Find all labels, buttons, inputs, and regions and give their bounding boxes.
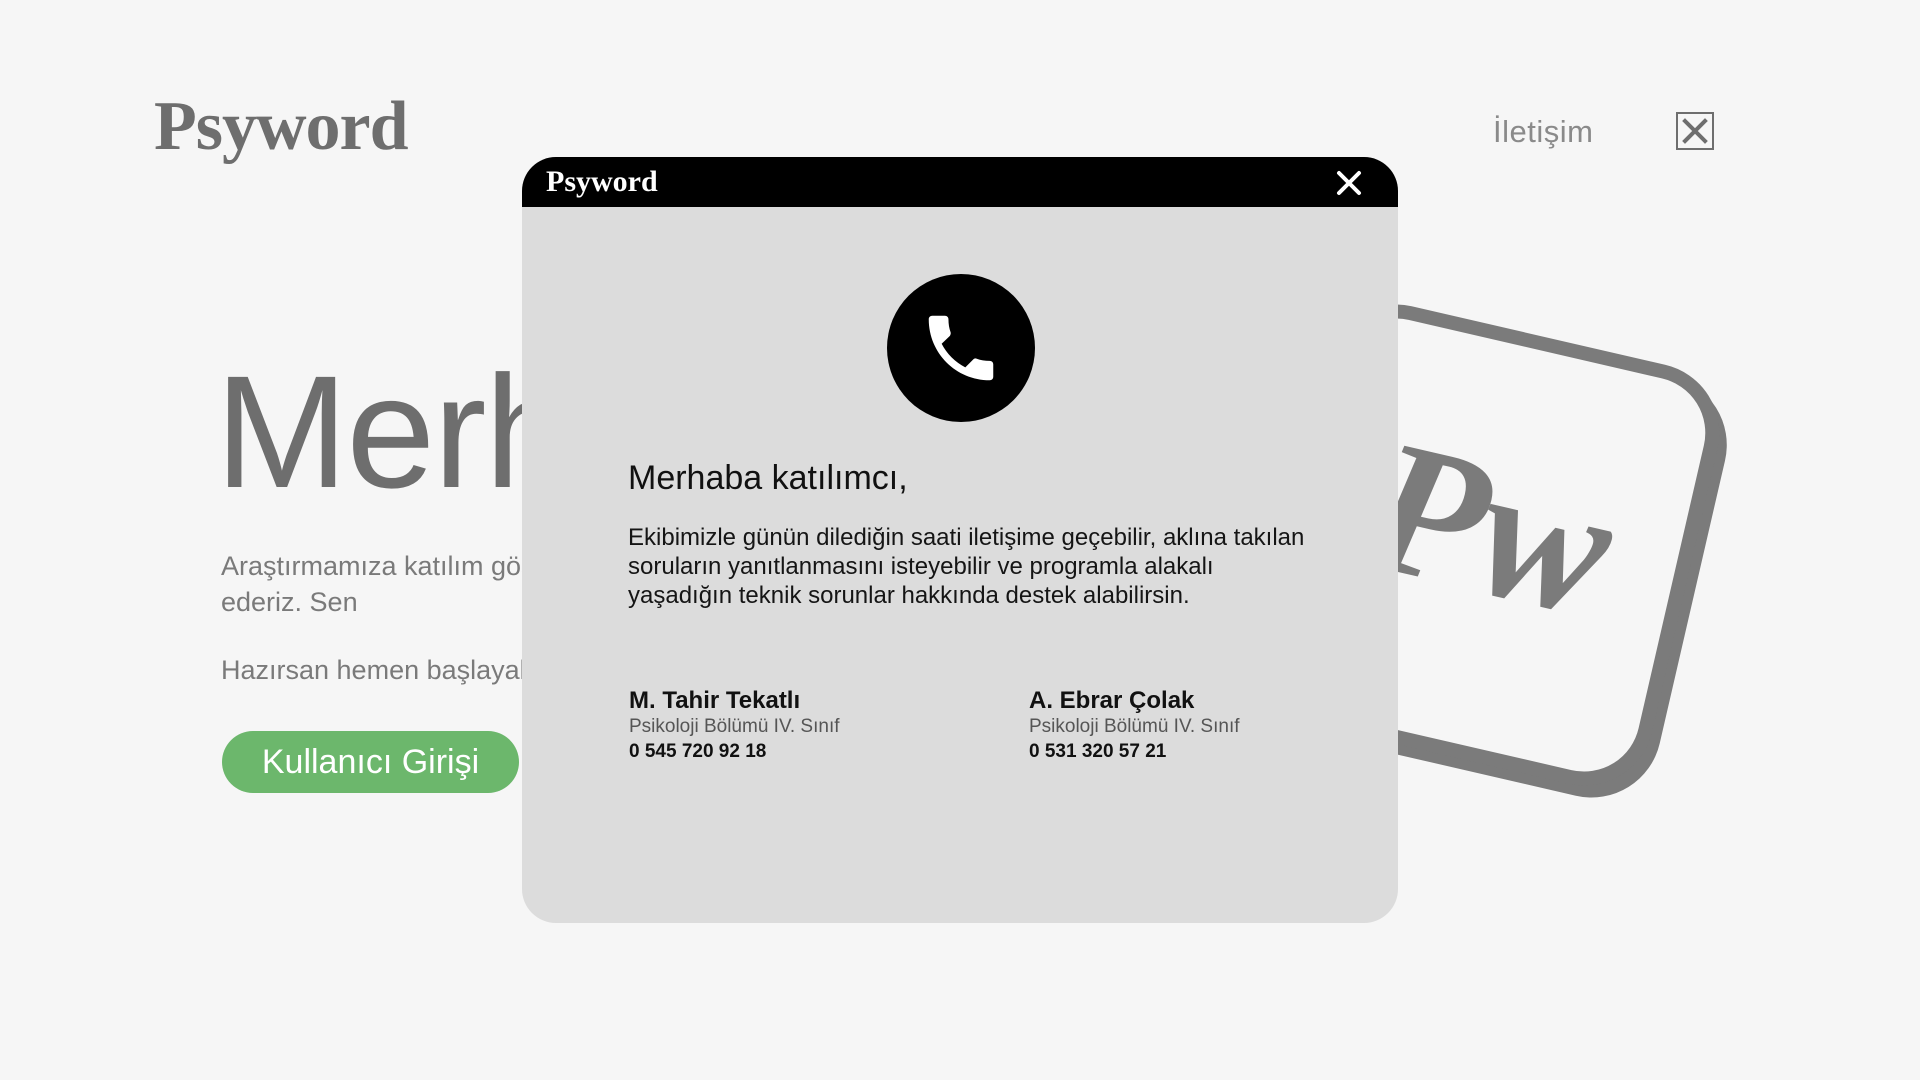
close-icon <box>1337 171 1361 195</box>
hero-ready-text: Hazırsan hemen başlayalım <box>221 655 556 685</box>
login-button[interactable]: Kullanıcı Girişi <box>222 731 519 793</box>
contact-card: A. Ebrar Çolak Psikoloji Bölümü IV. Sını… <box>1029 687 1349 765</box>
contact-name: A. Ebrar Çolak <box>1029 687 1195 714</box>
contact-name: M. Tahir Tekatlı <box>629 687 801 714</box>
contact-phone[interactable]: 0 545 720 92 18 <box>629 739 949 765</box>
close-box-icon <box>1682 118 1708 144</box>
contact-department: Psikoloji Bölümü IV. Sınıf <box>629 716 840 737</box>
page: Psyword İletişim Merhaba Araştırmamıza k… <box>0 0 1920 1080</box>
modal-close-button[interactable] <box>1334 168 1364 198</box>
nav-contact-link[interactable]: İletişim <box>1493 114 1593 150</box>
modal-greeting: Merhaba katılımcı, <box>628 459 908 497</box>
menu-close-button[interactable] <box>1676 112 1714 150</box>
modal-logo: Psyword <box>546 165 658 198</box>
phone-icon <box>928 315 994 381</box>
modal-message: Ekibimizle günün dilediğin saati iletişi… <box>628 524 1305 609</box>
phone-badge <box>887 274 1035 422</box>
site-logo[interactable]: Psyword <box>154 92 409 162</box>
modal-header: Psyword <box>522 157 1398 207</box>
contact-modal: Psyword Merhaba katılımcı, Ekibimizle gü… <box>522 157 1398 923</box>
contact-phone[interactable]: 0 531 320 57 21 <box>1029 739 1349 765</box>
contact-department: Psikoloji Bölümü IV. Sınıf <box>1029 716 1240 737</box>
contact-card: M. Tahir Tekatlı Psikoloji Bölümü IV. Sı… <box>629 687 949 765</box>
